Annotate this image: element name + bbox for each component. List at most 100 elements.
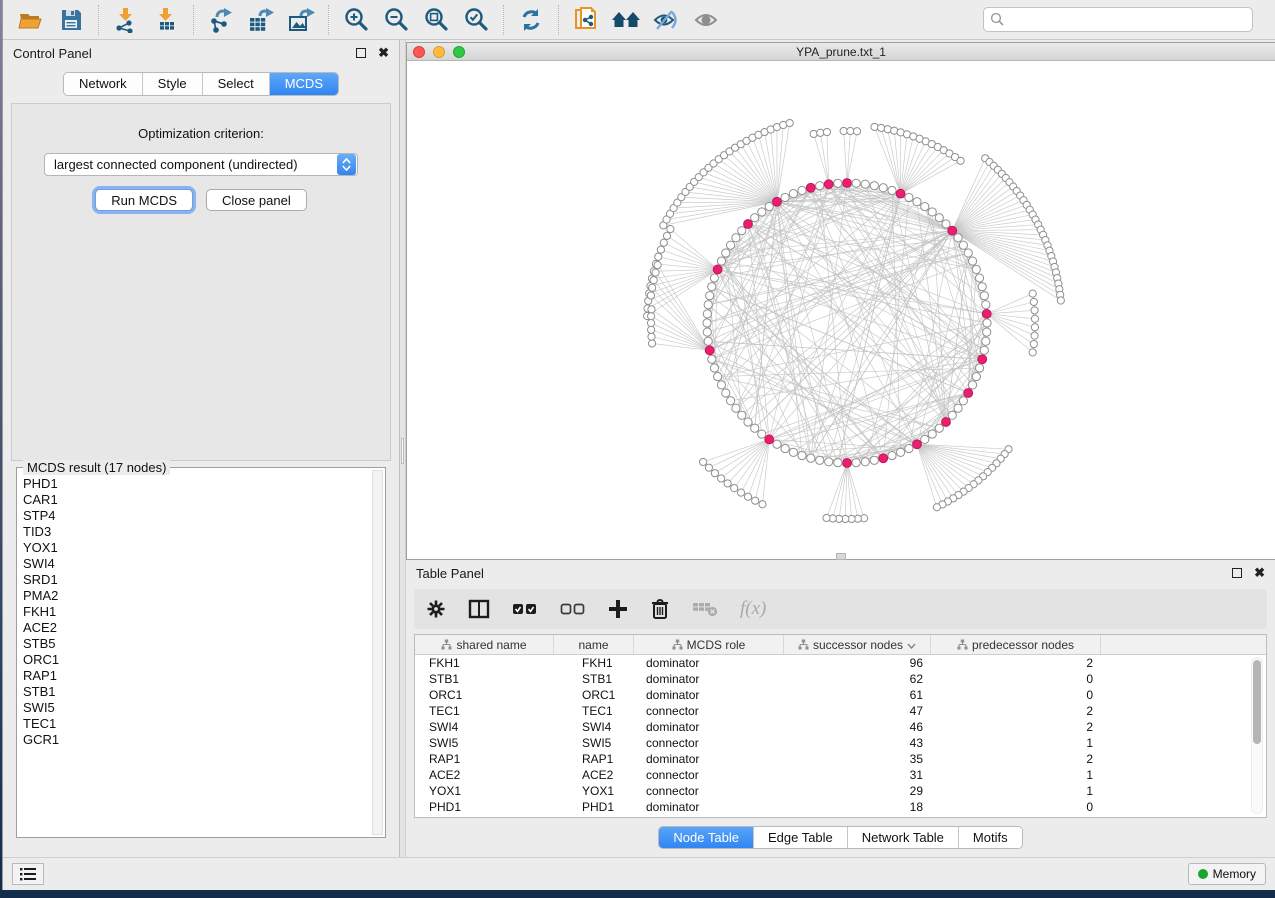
result-scrollbar[interactable]	[372, 470, 383, 835]
result-node-item[interactable]: SWI4	[23, 556, 371, 572]
close-panel-button[interactable]: Close panel	[206, 189, 307, 211]
tab-network-table[interactable]: Network Table	[848, 827, 959, 848]
leaf-node[interactable]	[1029, 290, 1036, 297]
leaf-node[interactable]	[724, 480, 731, 487]
network-node[interactable]	[704, 337, 712, 345]
network-node[interactable]	[896, 448, 904, 456]
network-node[interactable]	[935, 424, 943, 432]
network-node[interactable]	[888, 186, 896, 194]
network-node[interactable]	[773, 440, 781, 448]
network-node[interactable]	[710, 364, 718, 372]
leaf-node[interactable]	[933, 504, 940, 511]
import-network-icon[interactable]	[106, 3, 146, 37]
network-node[interactable]	[861, 180, 869, 188]
network-node[interactable]	[913, 198, 921, 206]
network-node[interactable]	[706, 292, 714, 300]
mcds-node[interactable]	[765, 435, 774, 444]
result-node-item[interactable]: ORC1	[23, 652, 371, 668]
network-node[interactable]	[758, 430, 766, 438]
leaf-node[interactable]	[737, 489, 744, 496]
leaf-node[interactable]	[957, 157, 964, 164]
leaf-node[interactable]	[1030, 340, 1037, 347]
table-row[interactable]: YOX1YOX1connector291	[415, 783, 1266, 799]
network-node[interactable]	[717, 381, 725, 389]
network-node[interactable]	[888, 451, 896, 459]
result-node-item[interactable]: ACE2	[23, 620, 371, 636]
leaf-node[interactable]	[1031, 332, 1038, 339]
network-node[interactable]	[983, 319, 991, 327]
network-node[interactable]	[954, 234, 962, 242]
leaf-node[interactable]	[667, 226, 674, 233]
network-node[interactable]	[726, 397, 734, 405]
network-node[interactable]	[954, 404, 962, 412]
zoom-in-icon[interactable]	[336, 3, 376, 37]
leaf-node[interactable]	[878, 124, 885, 131]
leaf-node[interactable]	[786, 119, 793, 126]
network-node[interactable]	[704, 301, 712, 309]
network-node[interactable]	[781, 193, 789, 201]
leaf-node[interactable]	[884, 126, 891, 133]
run-mcds-button[interactable]: Run MCDS	[95, 189, 193, 211]
network-node[interactable]	[708, 355, 716, 363]
export-network-document-icon[interactable]	[566, 3, 606, 37]
network-node[interactable]	[928, 430, 936, 438]
export-image-icon[interactable]	[281, 3, 321, 37]
result-node-item[interactable]: STB5	[23, 636, 371, 652]
leaf-node[interactable]	[759, 501, 766, 508]
float-table-panel-icon[interactable]	[1232, 568, 1242, 578]
network-node[interactable]	[751, 424, 759, 432]
leaf-node[interactable]	[1031, 307, 1038, 314]
network-node[interactable]	[708, 283, 716, 291]
mcds-node[interactable]	[913, 440, 922, 449]
leaf-node[interactable]	[752, 497, 759, 504]
network-node[interactable]	[789, 190, 797, 198]
network-node[interactable]	[852, 179, 860, 187]
network-node[interactable]	[852, 459, 860, 467]
mcds-node[interactable]	[964, 389, 973, 398]
network-node[interactable]	[964, 249, 972, 257]
network-node[interactable]	[905, 444, 913, 452]
show-all-icon[interactable]	[686, 3, 726, 37]
leaf-node[interactable]	[1029, 349, 1036, 356]
network-node[interactable]	[980, 346, 988, 354]
network-node[interactable]	[807, 454, 815, 462]
column-header-shared-name[interactable]: shared name	[415, 635, 554, 654]
tab-select[interactable]: Select	[203, 73, 270, 95]
result-node-item[interactable]: TEC1	[23, 716, 371, 732]
network-node[interactable]	[935, 214, 943, 222]
leaf-node[interactable]	[853, 128, 860, 135]
leaf-node[interactable]	[823, 514, 830, 521]
network-node[interactable]	[959, 241, 967, 249]
mcds-node[interactable]	[948, 226, 957, 235]
network-node[interactable]	[738, 227, 746, 235]
unselect-all-columns-icon[interactable]	[560, 599, 586, 619]
network-node[interactable]	[758, 208, 766, 216]
network-node[interactable]	[732, 404, 740, 412]
mcds-node[interactable]	[879, 454, 888, 463]
network-node[interactable]	[972, 372, 980, 380]
network-node[interactable]	[834, 179, 842, 187]
mcds-result-list[interactable]: PHD1CAR1STP4TID3YOX1SWI4SRD1PMA2FKH1ACE2…	[23, 476, 371, 835]
leaf-node[interactable]	[1057, 297, 1064, 304]
refresh-view-icon[interactable]	[511, 3, 551, 37]
network-node[interactable]	[726, 241, 734, 249]
network-node[interactable]	[921, 202, 929, 210]
mcds-node[interactable]	[896, 189, 905, 198]
table-row[interactable]: FKH1FKH1dominator962	[415, 655, 1266, 671]
leaf-node[interactable]	[847, 127, 854, 134]
mcds-node[interactable]	[806, 183, 815, 192]
vertical-splitter[interactable]	[399, 40, 406, 857]
network-node[interactable]	[816, 456, 824, 464]
tab-motifs[interactable]: Motifs	[959, 827, 1022, 848]
leaf-node[interactable]	[655, 253, 662, 260]
network-node[interactable]	[870, 182, 878, 190]
table-row[interactable]: SWI4SWI4dominator462	[415, 719, 1266, 735]
network-node[interactable]	[921, 435, 929, 443]
tab-mcds[interactable]: MCDS	[270, 73, 338, 95]
network-node[interactable]	[975, 364, 983, 372]
leaf-node[interactable]	[1030, 298, 1037, 305]
network-node[interactable]	[983, 328, 991, 336]
leaf-node[interactable]	[652, 269, 659, 276]
close-table-panel-icon[interactable]: ✖	[1254, 568, 1265, 578]
network-node[interactable]	[879, 184, 887, 192]
